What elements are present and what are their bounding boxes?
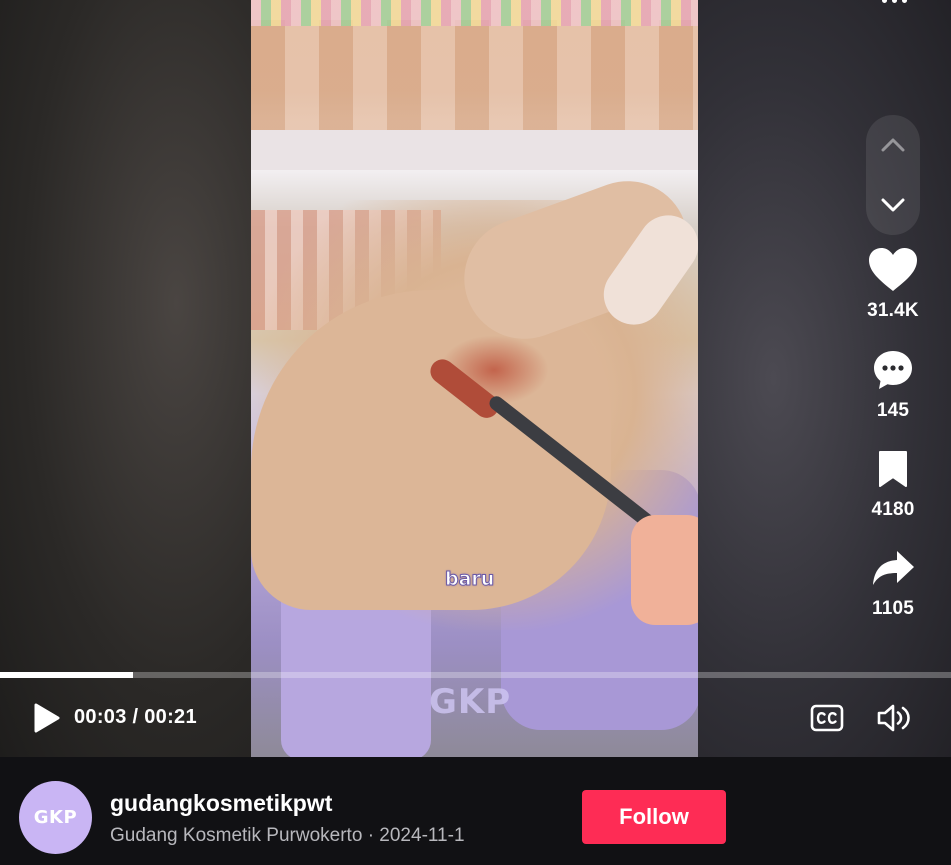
follow-button[interactable]: Follow bbox=[582, 790, 726, 844]
share-action[interactable]: 1105 bbox=[858, 544, 928, 620]
comment-count: 145 bbox=[876, 400, 910, 421]
post-date: 2024-11-1 bbox=[379, 825, 465, 846]
chevron-down-icon bbox=[881, 198, 905, 212]
video-stage: baru GKP 31.4K 145 4180 1105 00:03 / 00:… bbox=[0, 0, 951, 757]
previous-video-button[interactable] bbox=[866, 115, 920, 175]
like-count: 31.4K bbox=[867, 300, 919, 321]
more-options-button[interactable] bbox=[874, 0, 914, 12]
author-info-bar: GKP gudangkosmetikpwt Gudang Kosmetik Pu… bbox=[0, 757, 951, 865]
comment-bubble-icon bbox=[874, 351, 912, 389]
next-video-button[interactable] bbox=[866, 175, 920, 235]
progress-bar[interactable] bbox=[0, 672, 951, 678]
time-separator: / bbox=[132, 706, 139, 728]
share-count: 1105 bbox=[871, 598, 915, 619]
comment-button[interactable] bbox=[866, 346, 920, 394]
duration: 00:21 bbox=[144, 706, 197, 728]
video-shelf-banner bbox=[251, 130, 698, 170]
current-time: 00:03 bbox=[74, 706, 127, 728]
closed-captions-icon bbox=[810, 704, 844, 732]
video-watermark: GKP bbox=[429, 682, 512, 722]
comment-action[interactable]: 145 bbox=[858, 346, 928, 422]
video-shelf-strip bbox=[251, 0, 698, 26]
heart-icon bbox=[869, 248, 917, 291]
avatar-logo-text: GKP bbox=[33, 807, 78, 828]
author-username[interactable]: gudangkosmetikpwt bbox=[110, 790, 332, 817]
chevron-up-icon bbox=[881, 138, 905, 152]
save-count: 4180 bbox=[871, 499, 915, 520]
share-button[interactable] bbox=[866, 544, 920, 592]
like-action[interactable]: 31.4K bbox=[858, 246, 928, 322]
playback-time: 00:03 / 00:21 bbox=[74, 706, 197, 729]
play-icon bbox=[34, 703, 60, 733]
video-caption: baru bbox=[444, 568, 495, 591]
like-button[interactable] bbox=[866, 246, 920, 294]
volume-button[interactable] bbox=[874, 700, 914, 736]
video-lip-cap bbox=[631, 515, 698, 625]
author-display-name: Gudang Kosmetik Purwokerto bbox=[110, 825, 363, 846]
blurred-backdrop-left bbox=[0, 0, 252, 757]
progress-bar-fill bbox=[0, 672, 134, 678]
video-shelf-products bbox=[251, 20, 698, 130]
video-navigation bbox=[866, 115, 920, 235]
volume-icon bbox=[877, 704, 910, 732]
video-player[interactable]: baru GKP bbox=[251, 0, 698, 757]
share-arrow-icon bbox=[873, 551, 914, 585]
save-action[interactable]: 4180 bbox=[858, 445, 928, 521]
bookmark-icon bbox=[879, 451, 907, 487]
save-button[interactable] bbox=[866, 445, 920, 493]
subline-dot: · bbox=[367, 825, 375, 846]
more-horizontal-icon bbox=[881, 0, 887, 3]
avatar[interactable]: GKP bbox=[19, 781, 92, 854]
captions-button[interactable] bbox=[808, 701, 846, 735]
play-button[interactable] bbox=[28, 700, 64, 736]
author-subline: Gudang Kosmetik Purwokerto · 2024-11-1 bbox=[110, 825, 465, 847]
